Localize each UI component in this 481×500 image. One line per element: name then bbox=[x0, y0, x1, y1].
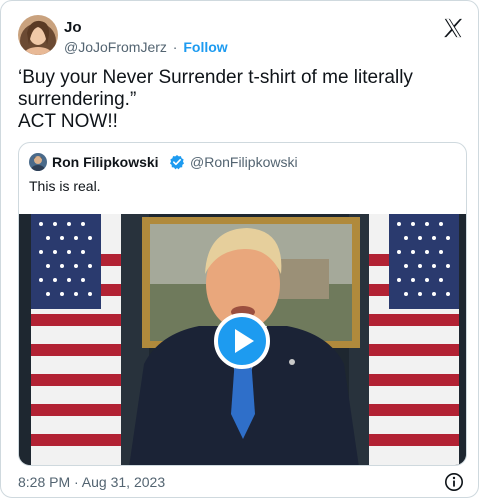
separator-dot: · bbox=[172, 39, 178, 55]
quoted-author-name[interactable]: Ron Filipkowski bbox=[52, 154, 159, 170]
author-avatar[interactable] bbox=[18, 15, 58, 55]
tweet-timestamp[interactable]: 8:28 PM · Aug 31, 2023 bbox=[18, 474, 165, 490]
author-name[interactable]: Jo bbox=[64, 19, 82, 36]
tweet-text-line: ACT NOW!! bbox=[18, 111, 118, 132]
author-handle-row: @JoJoFromJerz · Follow bbox=[64, 39, 228, 55]
tweet-embed-card: Jo @JoJoFromJerz · Follow ‘Buy your Neve… bbox=[0, 0, 479, 498]
play-icon bbox=[235, 329, 254, 353]
follow-button[interactable]: Follow bbox=[183, 39, 227, 55]
verified-badge-icon bbox=[169, 154, 185, 170]
video-thumbnail[interactable] bbox=[19, 214, 466, 465]
tweet-text-line: ‘Buy your Never Surrender t-shirt of me … bbox=[18, 67, 413, 88]
quoted-author-avatar[interactable] bbox=[29, 153, 47, 171]
x-logo-icon[interactable] bbox=[442, 17, 464, 39]
author-handle[interactable]: @JoJoFromJerz bbox=[64, 39, 167, 55]
tweet-text: ‘Buy your Never Surrender t-shirt of me … bbox=[18, 67, 458, 133]
play-button[interactable] bbox=[214, 313, 270, 369]
info-icon[interactable] bbox=[444, 472, 464, 492]
quoted-tweet[interactable]: Ron Filipkowski @RonFilipkowski This is … bbox=[18, 142, 467, 466]
tweet-text-line: surrendering.” bbox=[18, 89, 137, 110]
quoted-author-handle[interactable]: @RonFilipkowski bbox=[190, 154, 298, 170]
quoted-tweet-text: This is real. bbox=[29, 178, 101, 194]
